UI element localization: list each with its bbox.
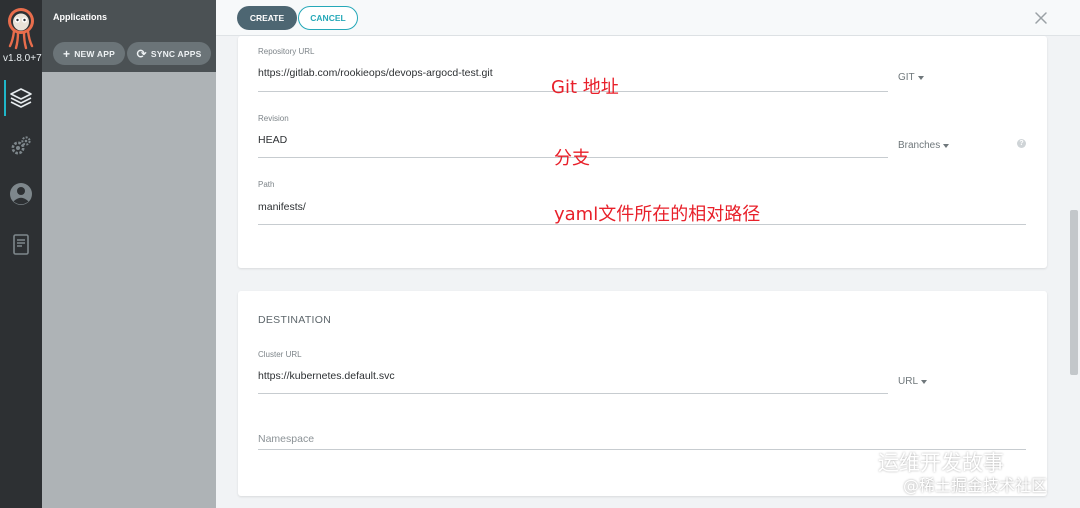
help-icon[interactable]: ? <box>1017 139 1026 148</box>
path-label: Path <box>258 180 275 189</box>
applications-header: Applications + NEW APP ⟳ SYNC APPS <box>42 0 216 72</box>
chevron-down-icon <box>943 143 950 148</box>
user-icon[interactable] <box>9 182 33 206</box>
argo-logo-icon[interactable] <box>5 6 37 50</box>
repository-url-input[interactable]: https://gitlab.com/rookieops/devops-argo… <box>258 67 493 79</box>
revision-mode-value: Branches <box>898 140 941 151</box>
close-icon[interactable] <box>1032 9 1050 27</box>
layers-icon[interactable] <box>9 86 33 110</box>
new-app-button[interactable]: + NEW APP <box>53 42 125 65</box>
new-app-label: NEW APP <box>74 48 115 59</box>
repo-type-dropdown[interactable]: GIT <box>898 72 924 83</box>
path-input[interactable]: manifests/ <box>258 201 306 213</box>
sync-apps-button[interactable]: ⟳ SYNC APPS <box>127 42 211 65</box>
chevron-down-icon <box>921 379 928 384</box>
cluster-url-underline <box>258 393 888 394</box>
destination-title: DESTINATION <box>258 314 332 326</box>
watermark-line2: @稀土掘金技术社区 <box>903 476 1048 495</box>
panel-toolbar: CREATE CANCEL <box>216 0 1080 36</box>
active-indicator <box>4 80 6 116</box>
chevron-down-icon <box>917 75 924 80</box>
gear-icon[interactable] <box>9 134 33 158</box>
source-card: Repository URL https://gitlab.com/rookie… <box>238 36 1047 268</box>
revision-label: Revision <box>258 114 289 123</box>
revision-mode-dropdown[interactable]: Branches <box>898 140 950 151</box>
docs-icon[interactable] <box>9 233 33 257</box>
cancel-button[interactable]: CANCEL <box>298 6 358 30</box>
sync-apps-label: SYNC APPS <box>150 48 202 59</box>
scrollbar-thumb[interactable] <box>1070 210 1078 375</box>
page-title: Applications <box>53 12 108 22</box>
cluster-mode-dropdown[interactable]: URL <box>898 376 928 387</box>
annotation-branch: 分支 <box>554 148 590 169</box>
annotation-yaml-path: yaml文件所在的相对路径 <box>554 204 761 225</box>
version-label: v1.8.0+7 <box>3 53 42 64</box>
namespace-input[interactable]: Namespace <box>258 433 314 445</box>
wechat-icon <box>839 450 871 474</box>
repo-type-value: GIT <box>898 72 915 83</box>
annotation-git-address: Git 地址 <box>551 77 619 98</box>
revision-input[interactable]: HEAD <box>258 134 287 146</box>
applications-panel: Applications + NEW APP ⟳ SYNC APPS <box>42 0 216 508</box>
sync-icon: ⟳ <box>136 46 147 61</box>
cluster-mode-value: URL <box>898 376 919 387</box>
plus-icon: + <box>63 46 71 61</box>
create-app-panel: CREATE CANCEL Repository URL https://git… <box>216 0 1080 508</box>
cluster-url-label: Cluster URL <box>258 350 302 359</box>
create-button[interactable]: CREATE <box>237 6 297 30</box>
cluster-url-input[interactable]: https://kubernetes.default.svc <box>258 370 395 382</box>
repository-url-label: Repository URL <box>258 47 315 56</box>
nav-rail: v1.8.0+7 <box>0 0 42 508</box>
